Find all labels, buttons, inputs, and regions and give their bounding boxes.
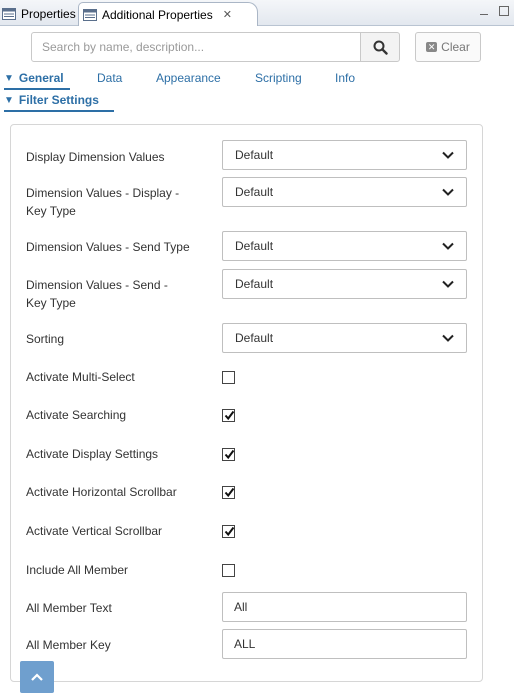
chevron-down-icon <box>442 242 454 250</box>
activate-vertical-scrollbar-label: Activate Vertical Scrollbar <box>26 524 163 538</box>
all-member-text-field[interactable]: All <box>222 592 467 622</box>
select-value: Default <box>235 277 274 291</box>
all-member-key-label: All Member Key <box>26 638 111 652</box>
dim-display-key-type-select[interactable]: Default <box>222 177 467 207</box>
chevron-down-icon: ▼ <box>4 95 14 106</box>
search-input[interactable] <box>31 32 361 62</box>
dim-send-type-select[interactable]: Default <box>222 231 467 261</box>
checkmark-icon <box>224 449 235 460</box>
tab-additional-properties-label: Additional Properties <box>102 7 213 22</box>
tab-info[interactable]: Info <box>335 71 355 85</box>
clear-button[interactable]: ✕ Clear <box>415 32 481 62</box>
display-dimension-values-select[interactable]: Default <box>222 140 467 170</box>
select-value: Default <box>235 185 274 199</box>
minimize-icon[interactable] <box>480 8 488 15</box>
select-value: Default <box>235 148 274 162</box>
search-button[interactable] <box>360 32 400 62</box>
properties-view-icon <box>2 8 16 20</box>
activate-horizontal-scrollbar-checkbox[interactable] <box>222 486 235 499</box>
chevron-down-icon: ▼ <box>4 73 14 84</box>
chevron-down-icon <box>442 334 454 342</box>
display-dimension-values-label: Display Dimension Values <box>26 150 165 164</box>
tab-scripting[interactable]: Scripting <box>255 71 302 85</box>
section-underline <box>4 110 114 112</box>
tab-additional-properties[interactable]: Additional Properties ✕ <box>78 2 258 26</box>
activate-searching-checkbox[interactable] <box>222 409 235 422</box>
checkmark-icon <box>224 410 235 421</box>
activate-multi-select-checkbox[interactable] <box>222 371 235 384</box>
dim-send-key-type-label: Dimension Values - Send - Key Type <box>26 278 168 310</box>
clear-icon: ✕ <box>426 42 438 52</box>
section-header-filter-settings[interactable]: ▼ Filter Settings <box>4 93 99 107</box>
activate-display-settings-label: Activate Display Settings <box>26 447 159 461</box>
dim-send-key-type-select[interactable]: Default <box>222 269 467 299</box>
include-all-member-label: Include All Member <box>26 563 129 577</box>
sorting-select[interactable]: Default <box>222 323 467 353</box>
checkmark-icon <box>224 487 235 498</box>
chevron-down-icon <box>442 188 454 196</box>
dim-send-type-label: Dimension Values - Send Type <box>26 240 190 254</box>
all-member-key-field[interactable]: ALL <box>222 629 467 659</box>
chevron-down-icon <box>442 280 454 288</box>
scroll-to-top-button[interactable] <box>20 661 54 693</box>
search-bar <box>31 32 400 62</box>
sorting-label: Sorting <box>26 332 65 346</box>
dim-display-key-type-label: Dimension Values - Display - Key Type <box>26 186 180 218</box>
tab-data[interactable]: Data <box>97 71 122 85</box>
include-all-member-checkbox[interactable] <box>222 564 235 577</box>
tab-properties[interactable]: Properties <box>0 2 76 26</box>
view-tab-bar: Properties Additional Properties ✕ <box>0 0 514 26</box>
select-value: Default <box>235 239 274 253</box>
chevron-down-icon <box>442 151 454 159</box>
activate-searching-label: Activate Searching <box>26 408 127 422</box>
close-icon[interactable]: ✕ <box>223 8 232 21</box>
tab-properties-label: Properties <box>21 7 76 21</box>
activate-vertical-scrollbar-checkbox[interactable] <box>222 525 235 538</box>
activate-multi-select-label: Activate Multi-Select <box>26 370 135 384</box>
active-tab-indicator <box>4 88 70 90</box>
maximize-icon[interactable] <box>499 6 509 16</box>
tab-appearance[interactable]: Appearance <box>156 71 221 85</box>
additional-properties-view-icon <box>83 8 97 21</box>
search-icon <box>373 40 388 55</box>
checkmark-icon <box>224 526 235 537</box>
clear-button-label: Clear <box>441 40 470 54</box>
all-member-text-label: All Member Text <box>26 601 112 615</box>
property-category-tabs: ▼ General Data Appearance Scripting Info <box>0 71 514 87</box>
activate-display-settings-checkbox[interactable] <box>222 448 235 461</box>
chevron-up-icon <box>31 673 43 681</box>
tab-general[interactable]: ▼ General <box>4 71 64 85</box>
activate-horizontal-scrollbar-label: Activate Horizontal Scrollbar <box>26 485 177 499</box>
select-value: Default <box>235 331 274 345</box>
